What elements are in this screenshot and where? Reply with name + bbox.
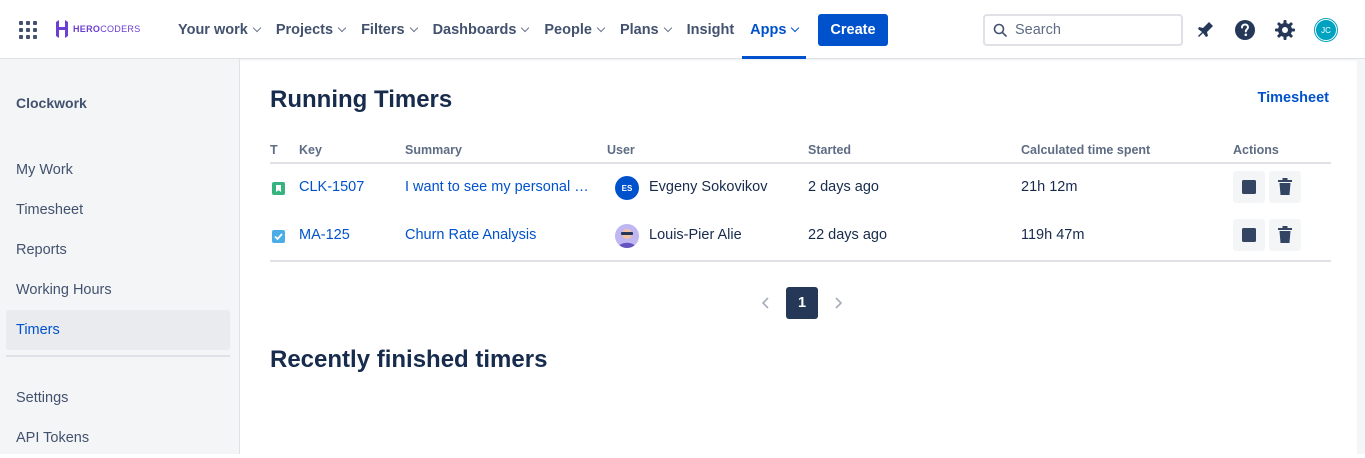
herocoders-logo-icon <box>56 20 68 38</box>
nav-insight[interactable]: Insight <box>679 0 743 59</box>
sidebar-item-timers[interactable]: Timers <box>6 310 230 350</box>
chevron-down-icon <box>409 23 418 32</box>
sidebar-divider <box>6 355 230 357</box>
nav-filters[interactable]: Filters <box>353 0 425 59</box>
chevron-down-icon <box>663 23 672 32</box>
user-name: Evgeny Sokovikov <box>649 179 768 195</box>
sidebar-item-working-hours[interactable]: Working Hours <box>6 270 230 310</box>
delete-timer-button[interactable] <box>1269 219 1301 251</box>
table-body: CLK-1507 I want to see my personal … ES … <box>270 164 1331 262</box>
sidebar-title: Clockwork <box>16 95 87 111</box>
section-title: Recently finished timers <box>270 346 548 373</box>
chevron-left-icon[interactable] <box>760 297 772 309</box>
nav-apps[interactable]: Apps <box>742 0 807 59</box>
search-icon <box>993 23 1007 37</box>
brand-name: HEROCODERS <box>73 24 141 34</box>
task-icon <box>272 230 285 243</box>
brand-logo[interactable]: HEROCODERS <box>55 20 141 38</box>
pagination: 1 <box>760 287 850 319</box>
chevron-right-icon[interactable] <box>832 297 844 309</box>
chevron-down-icon <box>521 23 530 32</box>
column-header-started[interactable]: Started <box>808 143 851 157</box>
avatar: ES <box>615 176 639 200</box>
issue-summary-link[interactable]: Churn Rate Analysis <box>405 227 536 243</box>
stop-timer-button[interactable] <box>1233 219 1265 251</box>
story-icon <box>272 182 285 195</box>
user-avatar[interactable]: JC <box>1315 19 1337 41</box>
nav-people[interactable]: People <box>536 0 612 59</box>
app-switcher-icon[interactable] <box>19 21 37 39</box>
nav-plans[interactable]: Plans <box>612 0 679 59</box>
time-spent: 21h 12m <box>1021 179 1078 195</box>
time-spent: 119h 47m <box>1021 227 1085 243</box>
running-timers-table: T Key Summary User Started Calculated ti… <box>270 141 1331 262</box>
create-button[interactable]: Create <box>818 13 888 46</box>
search-input[interactable] <box>1015 22 1165 38</box>
trash-icon <box>1278 226 1292 243</box>
started-time: 2 days ago <box>808 179 879 195</box>
column-header-time-spent[interactable]: Calculated time spent <box>1021 143 1150 157</box>
delete-timer-button[interactable] <box>1269 171 1301 203</box>
table-row: MA-125 Churn Rate Analysis Louis-Pier Al… <box>270 212 1331 260</box>
trash-icon <box>1278 178 1292 195</box>
stop-icon <box>1242 180 1256 194</box>
page-number-button[interactable]: 1 <box>786 287 818 319</box>
search-box[interactable] <box>983 14 1183 46</box>
issue-key-link[interactable]: CLK-1507 <box>299 179 364 195</box>
settings-gear-icon[interactable] <box>1273 18 1297 42</box>
timesheet-link[interactable]: Timesheet <box>1258 90 1329 106</box>
user-name: Louis-Pier Alie <box>649 227 742 243</box>
scrollbar-track[interactable] <box>1357 59 1365 454</box>
column-header-user[interactable]: User <box>607 143 635 157</box>
chevron-down-icon <box>596 23 606 32</box>
sidebar: Clockwork My Work Timesheet Reports Work… <box>0 59 240 454</box>
chevron-down-icon <box>791 23 800 32</box>
help-icon[interactable] <box>1233 18 1257 42</box>
column-header-key[interactable]: Key <box>299 143 322 157</box>
sidebar-item-reports[interactable]: Reports <box>6 230 230 270</box>
issue-summary-link[interactable]: I want to see my personal … <box>405 179 589 195</box>
column-header-type[interactable]: T <box>270 143 278 157</box>
issue-key-link[interactable]: MA-125 <box>299 227 350 243</box>
sidebar-item-settings[interactable]: Settings <box>6 378 230 418</box>
primary-nav: Your work Projects Filters Dashboards Pe… <box>170 0 888 59</box>
column-header-actions: Actions <box>1233 143 1279 157</box>
column-header-summary[interactable]: Summary <box>405 143 462 157</box>
avatar <box>615 224 639 248</box>
sidebar-item-my-work[interactable]: My Work <box>6 150 230 190</box>
user-avatar-icon <box>615 224 639 248</box>
table-header: T Key Summary User Started Calculated ti… <box>270 141 1331 164</box>
stop-timer-button[interactable] <box>1233 171 1265 203</box>
top-navigation: HEROCODERS Your work Projects Filters Da… <box>0 0 1365 59</box>
stop-icon <box>1242 228 1256 242</box>
sidebar-item-timesheet[interactable]: Timesheet <box>6 190 230 230</box>
chevron-down-icon <box>252 23 262 32</box>
chevron-down-icon <box>337 23 347 32</box>
started-time: 22 days ago <box>808 227 888 243</box>
sidebar-item-api-tokens[interactable]: API Tokens <box>6 418 230 458</box>
nav-dashboards[interactable]: Dashboards <box>425 0 537 59</box>
notifications-icon[interactable] <box>1193 18 1217 42</box>
table-row: CLK-1507 I want to see my personal … ES … <box>270 164 1331 212</box>
nav-projects[interactable]: Projects <box>268 0 353 59</box>
page-title: Running Timers <box>270 86 453 113</box>
nav-your-work[interactable]: Your work <box>170 0 268 59</box>
